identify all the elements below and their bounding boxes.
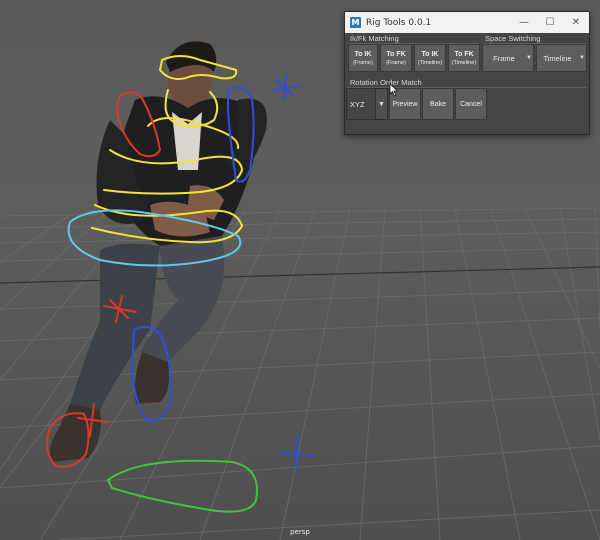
minimize-button[interactable]: — xyxy=(511,12,537,33)
space-timeline-dropdown[interactable]: Timeline ▼ xyxy=(536,44,587,72)
button-sub-label: (Frame) xyxy=(353,59,373,66)
rotation-order-label: Rotation Order Match xyxy=(350,78,422,87)
close-button[interactable]: ✕ xyxy=(563,12,589,33)
button-main-label: To FK xyxy=(386,50,406,58)
to-ik-timeline-button[interactable]: To IK (Timeline) xyxy=(414,44,446,72)
button-main-label: To IK xyxy=(354,50,372,58)
button-sub-label: (Timeline) xyxy=(451,59,477,66)
cancel-button[interactable]: Cancel xyxy=(455,88,487,120)
cancel-label: Cancel xyxy=(460,100,482,108)
maximize-button[interactable]: ☐ xyxy=(537,12,563,33)
rotation-order-value: XYZ xyxy=(350,99,365,109)
button-main-label: To FK xyxy=(454,50,474,58)
space-frame-dropdown[interactable]: Frame ▼ xyxy=(482,44,534,72)
rotation-order-select[interactable]: XYZ ▼ xyxy=(346,88,388,120)
button-main-label: To IK xyxy=(421,50,439,58)
preview-label: Preview xyxy=(392,100,418,108)
dropdown-arrow-icon: ▼ xyxy=(526,55,532,61)
ikfk-section-label: Ik/Fk Matching xyxy=(350,34,399,43)
space-switching-label: Space Switching xyxy=(485,34,541,43)
to-fk-timeline-button[interactable]: To FK (Timeline) xyxy=(448,44,480,72)
to-ik-frame-button[interactable]: To IK (Frame) xyxy=(348,44,378,72)
chevron-down-icon: ▼ xyxy=(375,89,387,119)
bake-button[interactable]: Bake xyxy=(422,88,454,120)
mouse-cursor-icon xyxy=(389,83,399,97)
maya-app-icon: M xyxy=(350,17,361,28)
dropdown-arrow-icon: ▼ xyxy=(579,55,585,61)
dropdown-label: Frame xyxy=(493,53,515,63)
button-sub-label: (Frame) xyxy=(386,59,406,66)
bake-label: Bake xyxy=(430,100,446,108)
camera-label: persp xyxy=(290,528,310,536)
window-body: Ik/Fk Matching To IK (Frame) To FK (Fram… xyxy=(345,33,589,133)
root-control-curve xyxy=(106,459,258,513)
rig-tools-window: M Rig Tools 0.0.1 — ☐ ✕ Ik/Fk Matching T… xyxy=(344,11,590,135)
title-bar[interactable]: M Rig Tools 0.0.1 — ☐ ✕ xyxy=(345,12,589,33)
to-fk-frame-button[interactable]: To FK (Frame) xyxy=(380,44,412,72)
elbow-pole-target-right xyxy=(271,75,301,101)
grid-axis-line xyxy=(0,266,600,284)
knee-pole-target-right xyxy=(279,433,315,471)
window-title: Rig Tools 0.0.1 xyxy=(366,17,432,28)
dropdown-label: Timeline xyxy=(543,53,572,63)
button-sub-label: (Timeline) xyxy=(417,59,443,66)
